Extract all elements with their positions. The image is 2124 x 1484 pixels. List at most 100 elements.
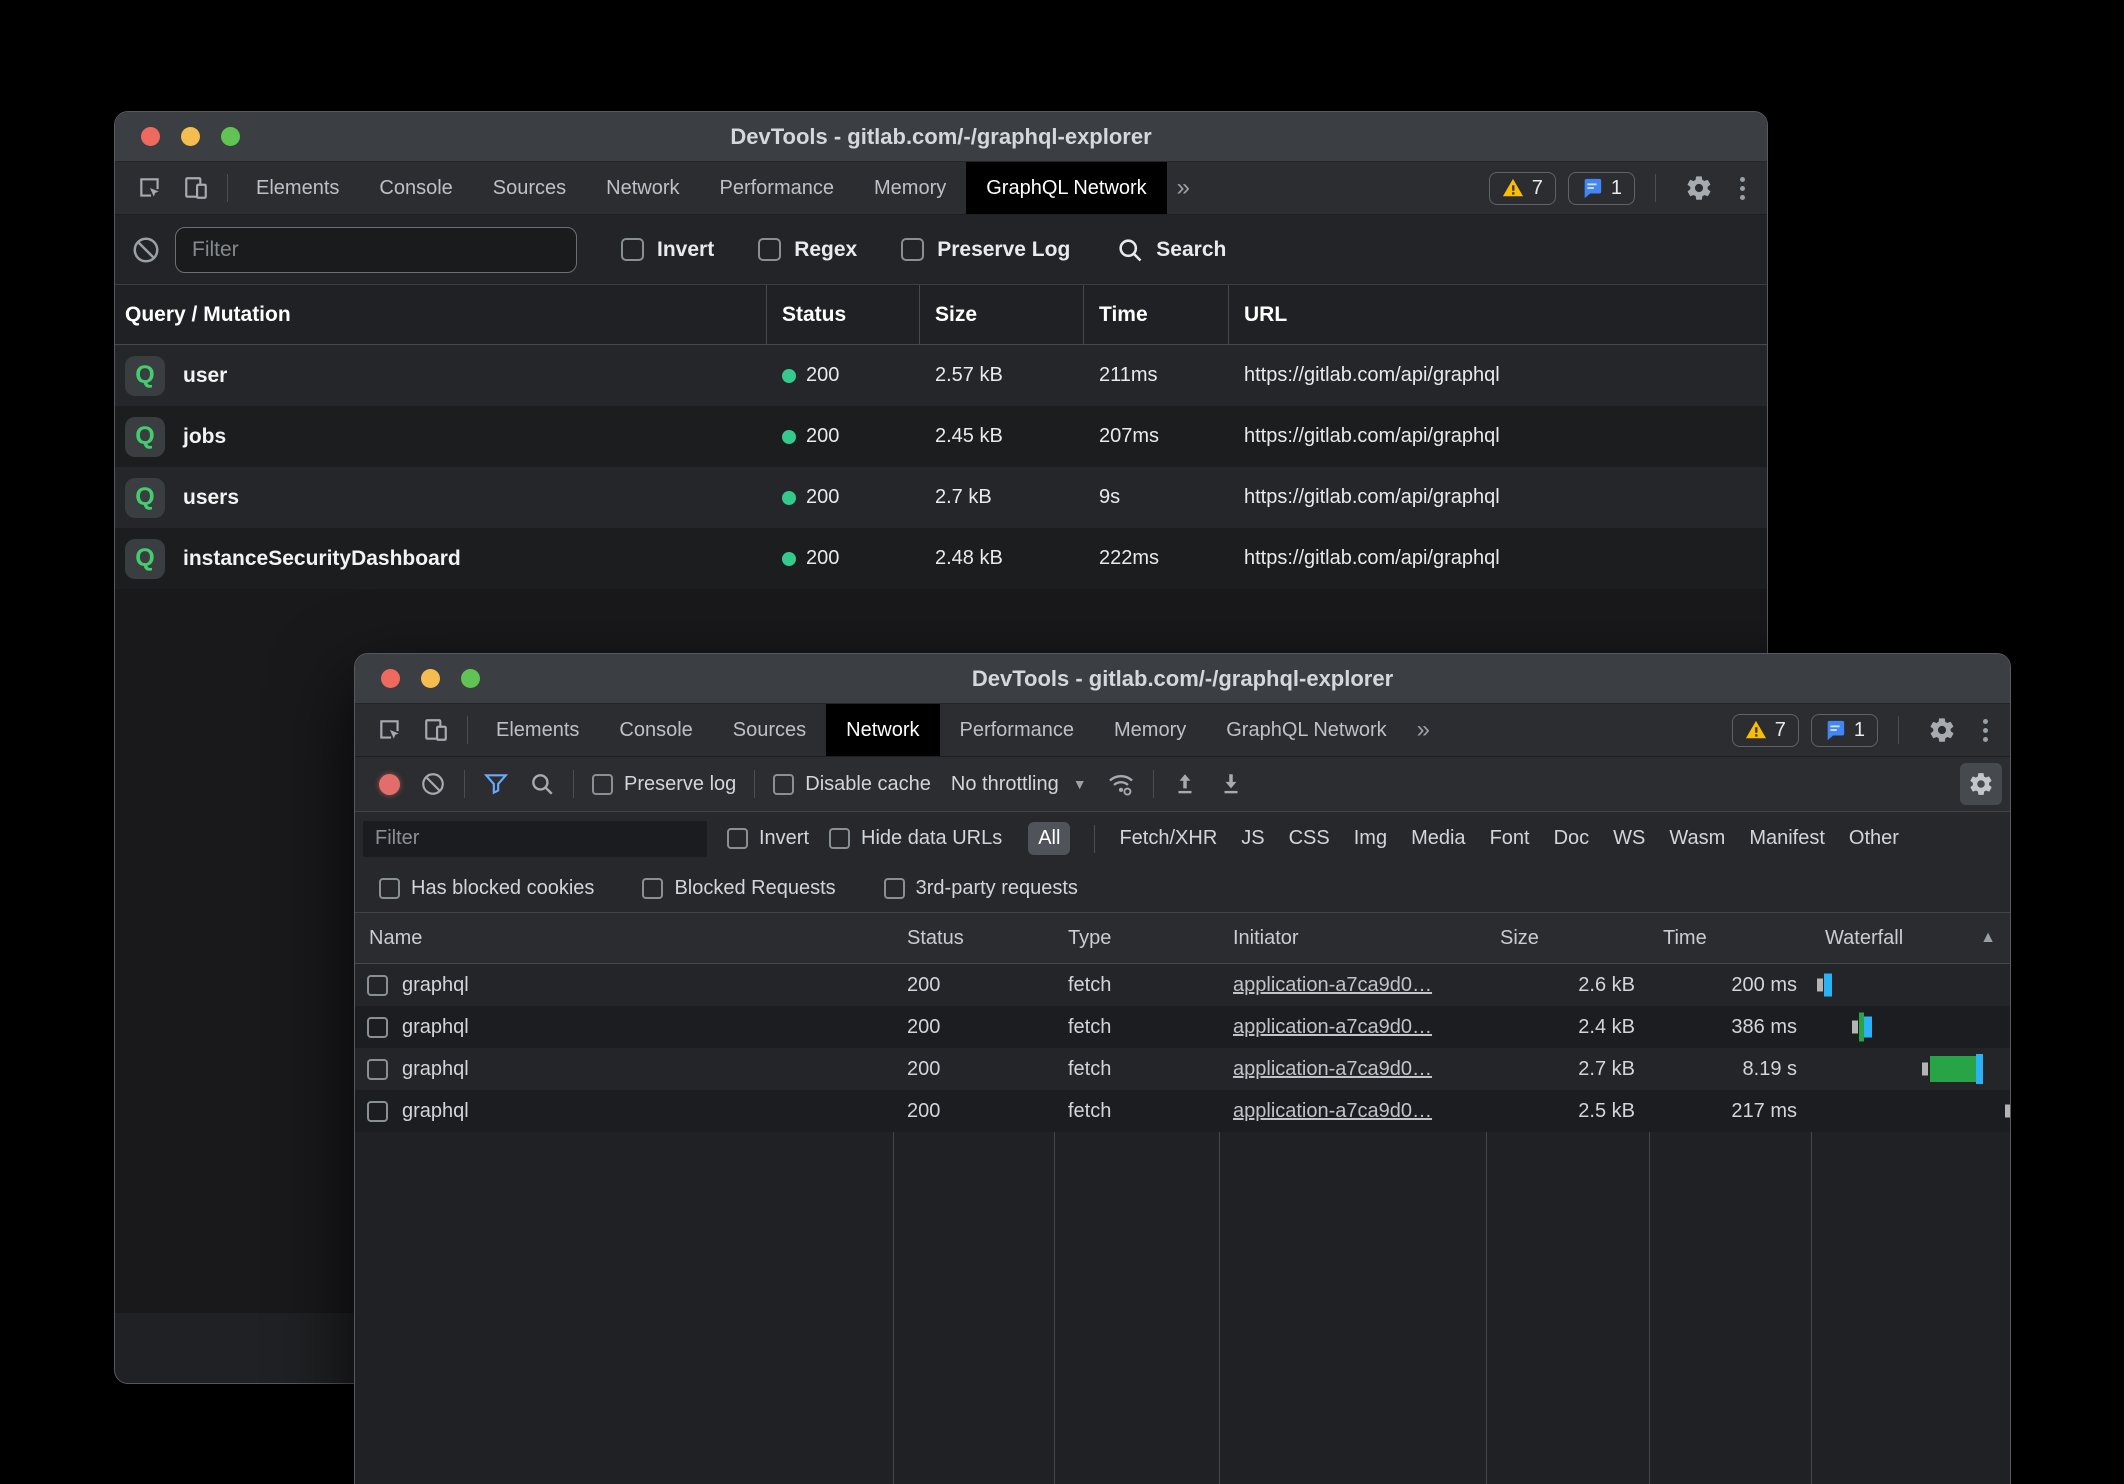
column-header-status[interactable]: Status [766, 303, 919, 327]
type-filter-img[interactable]: Img [1354, 827, 1387, 850]
blocked-requests-checkbox[interactable] [642, 878, 663, 899]
column-header-status[interactable]: Status [893, 927, 1054, 950]
row-checkbox[interactable] [367, 1059, 388, 1080]
tab-memory[interactable]: Memory [1094, 704, 1206, 756]
type-filter-font[interactable]: Font [1490, 827, 1530, 850]
column-header-url[interactable]: URL [1228, 303, 1767, 327]
column-header-query-mutation[interactable]: Query / Mutation [115, 303, 766, 327]
titlebar[interactable]: DevTools - gitlab.com/-/graphql-explorer [115, 112, 1767, 162]
clear-icon[interactable] [410, 771, 456, 797]
third-party-requests-checkbox[interactable] [884, 878, 905, 899]
tab-network[interactable]: Network [586, 162, 699, 214]
settings-gear-icon[interactable] [1676, 174, 1722, 202]
tab-sources[interactable]: Sources [713, 704, 826, 756]
close-button[interactable] [381, 669, 400, 688]
hide-data-urls-group[interactable]: Hide data URLs [829, 827, 1002, 850]
type-filter-wasm[interactable]: Wasm [1669, 827, 1725, 850]
minimize-button[interactable] [181, 127, 200, 146]
initiator-link[interactable]: application-a7ca9d0… [1233, 1058, 1432, 1080]
type-filter-all[interactable]: All [1028, 822, 1070, 855]
warnings-badge[interactable]: 7 [1489, 172, 1556, 205]
invert-group[interactable]: Invert [727, 827, 809, 850]
filter-input[interactable] [175, 227, 577, 273]
regex-checkbox[interactable] [758, 238, 781, 261]
tab-sources[interactable]: Sources [473, 162, 586, 214]
network-conditions-icon[interactable] [1097, 770, 1145, 798]
zoom-button[interactable] [461, 669, 480, 688]
has-blocked-cookies-group[interactable]: Has blocked cookies [379, 877, 594, 900]
issues-badge[interactable]: 1 [1811, 714, 1878, 747]
initiator-link[interactable]: application-a7ca9d0… [1233, 1100, 1432, 1122]
type-filter-other[interactable]: Other [1849, 827, 1899, 850]
tab-elements[interactable]: Elements [236, 162, 359, 214]
column-header-size[interactable]: Size [1486, 927, 1649, 950]
more-options-icon[interactable] [1977, 719, 1994, 742]
throttling-dropdown[interactable]: No throttling ▼ [951, 773, 1087, 796]
table-row[interactable]: graphql 200 fetch application-a7ca9d0… 2… [355, 1006, 2010, 1048]
tab-performance[interactable]: Performance [700, 162, 855, 214]
disable-cache-group[interactable]: Disable cache [773, 773, 931, 796]
table-row[interactable]: Q users 200 2.7 kB 9s https://gitlab.com… [115, 467, 1767, 528]
more-tabs-icon[interactable]: » [1167, 162, 1200, 214]
tab-graphql-network[interactable]: GraphQL Network [1206, 704, 1406, 756]
row-checkbox[interactable] [367, 975, 388, 996]
filter-input[interactable] [363, 821, 707, 857]
warnings-badge[interactable]: 7 [1732, 714, 1799, 747]
more-options-icon[interactable] [1734, 177, 1751, 200]
type-filter-manifest[interactable]: Manifest [1749, 827, 1825, 850]
tab-network[interactable]: Network [826, 704, 939, 756]
column-header-size[interactable]: Size [919, 303, 1083, 327]
blocked-requests-group[interactable]: Blocked Requests [642, 877, 835, 900]
initiator-link[interactable]: application-a7ca9d0… [1233, 1016, 1432, 1038]
initiator-link[interactable]: application-a7ca9d0… [1233, 974, 1432, 996]
table-row[interactable]: Q user 200 2.57 kB 211ms https://gitlab.… [115, 345, 1767, 406]
row-checkbox[interactable] [367, 1101, 388, 1122]
column-header-time[interactable]: Time [1083, 303, 1228, 327]
tab-console[interactable]: Console [359, 162, 472, 214]
tab-performance[interactable]: Performance [940, 704, 1095, 756]
hide-data-urls-checkbox[interactable] [829, 828, 850, 849]
import-har-icon[interactable] [1162, 771, 1208, 797]
tab-graphql-network[interactable]: GraphQL Network [966, 162, 1166, 214]
export-har-icon[interactable] [1208, 771, 1254, 797]
inspect-element-icon[interactable] [367, 704, 413, 756]
type-filter-js[interactable]: JS [1241, 827, 1264, 850]
invert-checkbox[interactable] [727, 828, 748, 849]
tab-elements[interactable]: Elements [476, 704, 599, 756]
invert-checkbox[interactable] [621, 238, 644, 261]
type-filter-ws[interactable]: WS [1613, 827, 1645, 850]
column-header-waterfall[interactable]: Waterfall ▲ [1811, 913, 2010, 963]
invert-checkbox-group[interactable]: Invert [621, 238, 714, 262]
tab-console[interactable]: Console [599, 704, 712, 756]
record-button[interactable] [379, 774, 400, 795]
device-toolbar-icon[interactable] [173, 162, 219, 214]
type-filter-media[interactable]: Media [1411, 827, 1465, 850]
tab-memory[interactable]: Memory [854, 162, 966, 214]
filter-funnel-icon[interactable] [473, 771, 519, 797]
table-row[interactable]: Q instanceSecurityDashboard 200 2.48 kB … [115, 528, 1767, 589]
preserve-log-checkbox[interactable] [901, 238, 924, 261]
disable-cache-checkbox[interactable] [773, 774, 794, 795]
preserve-log-group[interactable]: Preserve log [592, 773, 736, 796]
device-toolbar-icon[interactable] [413, 704, 459, 756]
column-header-name[interactable]: Name [355, 927, 893, 950]
third-party-requests-group[interactable]: 3rd-party requests [884, 877, 1078, 900]
column-header-initiator[interactable]: Initiator [1219, 927, 1486, 950]
table-row[interactable]: graphql 200 fetch application-a7ca9d0… 2… [355, 1090, 2010, 1132]
search-icon[interactable] [519, 771, 565, 797]
close-button[interactable] [141, 127, 160, 146]
column-header-time[interactable]: Time [1649, 927, 1811, 950]
clear-icon[interactable] [131, 235, 161, 265]
network-settings-gear-icon[interactable] [1960, 763, 2002, 805]
regex-checkbox-group[interactable]: Regex [758, 238, 857, 262]
table-row[interactable]: graphql 200 fetch application-a7ca9d0… 2… [355, 1048, 2010, 1090]
preserve-log-checkbox-group[interactable]: Preserve Log [901, 238, 1070, 262]
type-filter-css[interactable]: CSS [1289, 827, 1330, 850]
column-header-type[interactable]: Type [1054, 927, 1219, 950]
type-filter-fetch-xhr[interactable]: Fetch/XHR [1119, 827, 1217, 850]
has-blocked-cookies-checkbox[interactable] [379, 878, 400, 899]
settings-gear-icon[interactable] [1919, 716, 1965, 744]
zoom-button[interactable] [221, 127, 240, 146]
table-row[interactable]: graphql 200 fetch application-a7ca9d0… 2… [355, 964, 2010, 1006]
type-filter-doc[interactable]: Doc [1554, 827, 1590, 850]
